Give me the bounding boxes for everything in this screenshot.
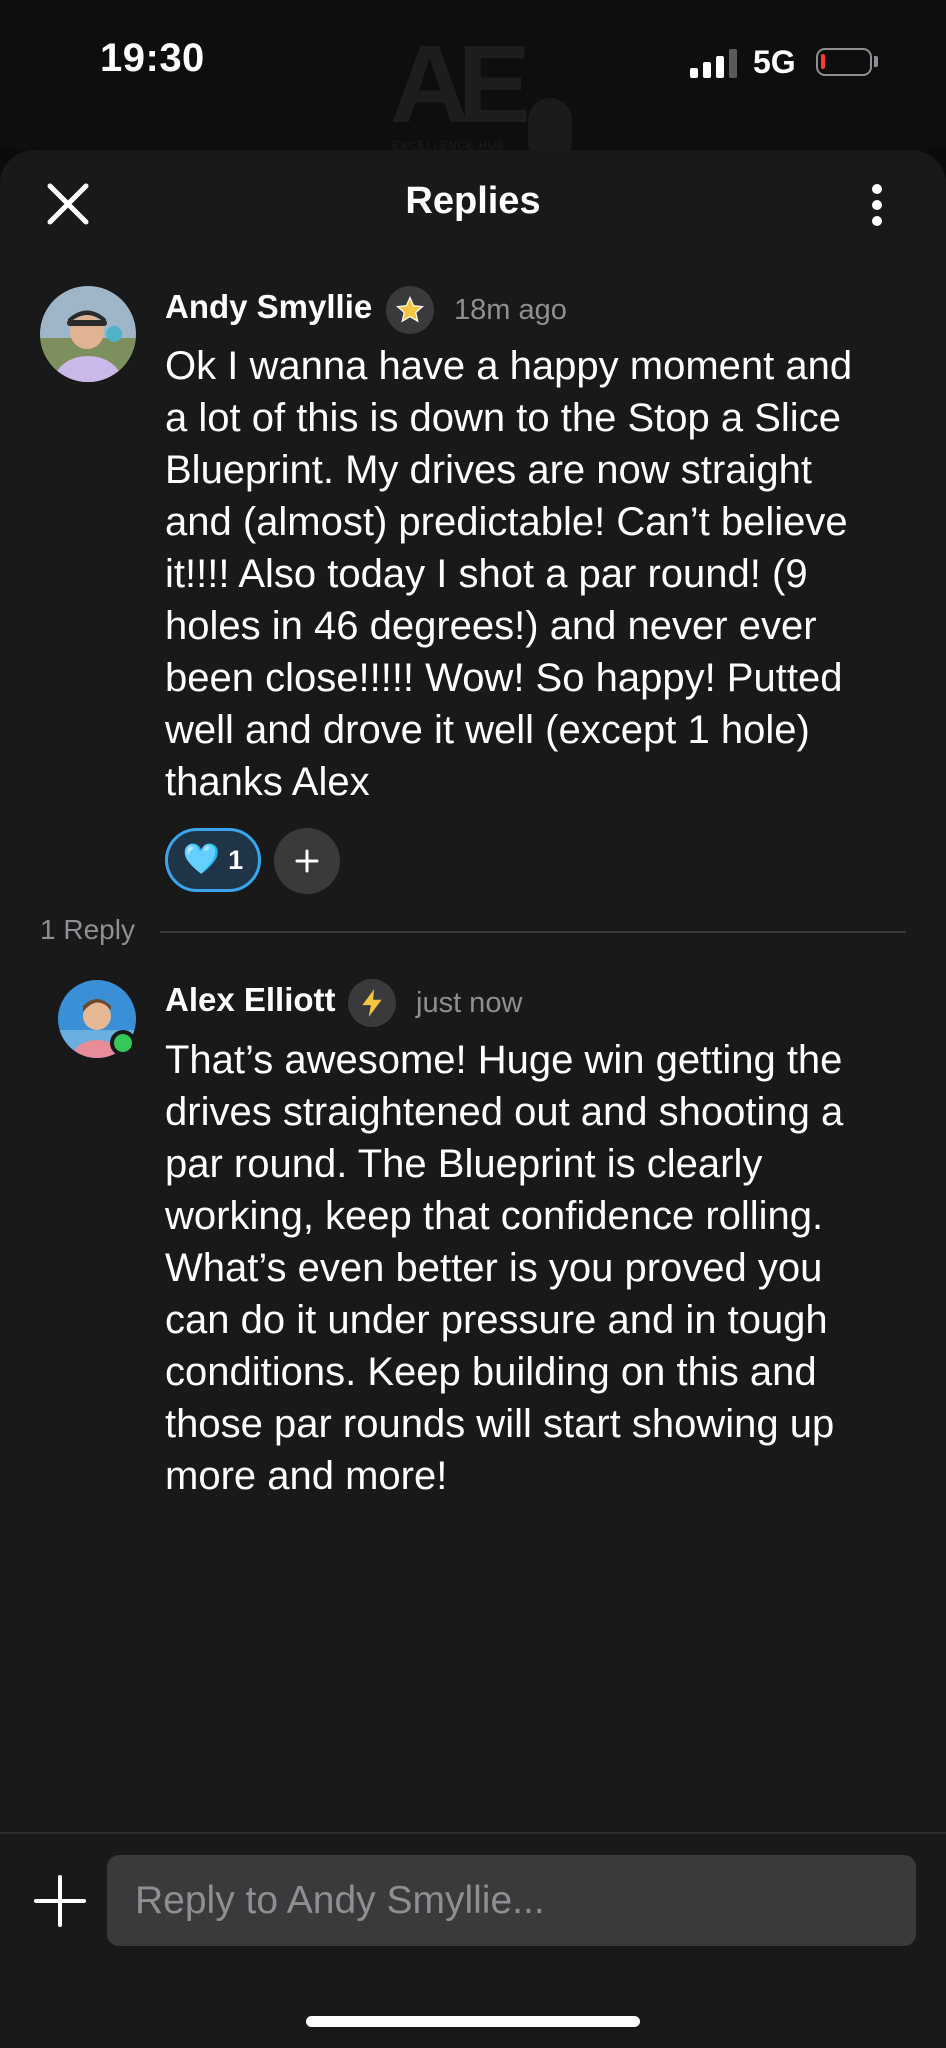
battery-level: [821, 54, 825, 69]
post-body: Ok I wanna have a happy moment and a lot…: [165, 344, 853, 804]
reply-author-name[interactable]: Alex Elliott: [165, 981, 336, 1019]
plus-icon: [34, 1875, 86, 1927]
post-author-name[interactable]: Andy Smyllie: [165, 288, 372, 326]
reply-body: That’s awesome! Huge win getting the dri…: [165, 1038, 844, 1498]
online-status-indicator: [110, 1030, 136, 1056]
blue-heart-icon: 🩵: [182, 843, 221, 876]
more-options-button[interactable]: [862, 176, 892, 232]
reply-input[interactable]: [107, 1855, 916, 1946]
add-reaction-button[interactable]: [274, 828, 340, 894]
status-bar: AE EXCELLENCE HUB 19:30 5G: [0, 0, 946, 152]
more-vertical-icon: [872, 184, 882, 194]
reply-count-label: 1 Reply: [40, 914, 135, 945]
sheet-title: Replies: [405, 180, 541, 222]
network-type: 5G: [753, 44, 796, 80]
lightning-icon: [348, 979, 396, 1027]
battery-cap: [874, 56, 878, 67]
cellular-signal-icon: [690, 48, 740, 78]
post-timestamp: 18m ago: [454, 294, 567, 326]
reaction-heart-button[interactable]: 🩵 1: [165, 828, 261, 892]
background-app-image: [528, 98, 572, 150]
background-app-logo: AE: [390, 23, 531, 146]
reaction-count: 1: [228, 844, 244, 875]
status-time: 19:30: [100, 36, 205, 80]
attach-button[interactable]: [32, 1873, 88, 1929]
thread-divider: [160, 931, 906, 933]
avatar-andy-smyllie[interactable]: [40, 286, 136, 382]
home-indicator[interactable]: [306, 2016, 640, 2027]
replies-screen: AE EXCELLENCE HUB 19:30 5G Replies Andy …: [0, 0, 946, 2048]
reply-timestamp: just now: [416, 987, 523, 1019]
star-icon: [386, 286, 434, 334]
plus-icon: [295, 849, 319, 873]
composer-divider: [0, 1832, 946, 1834]
avatar-photo: [40, 286, 136, 382]
battery-icon: [816, 48, 872, 76]
